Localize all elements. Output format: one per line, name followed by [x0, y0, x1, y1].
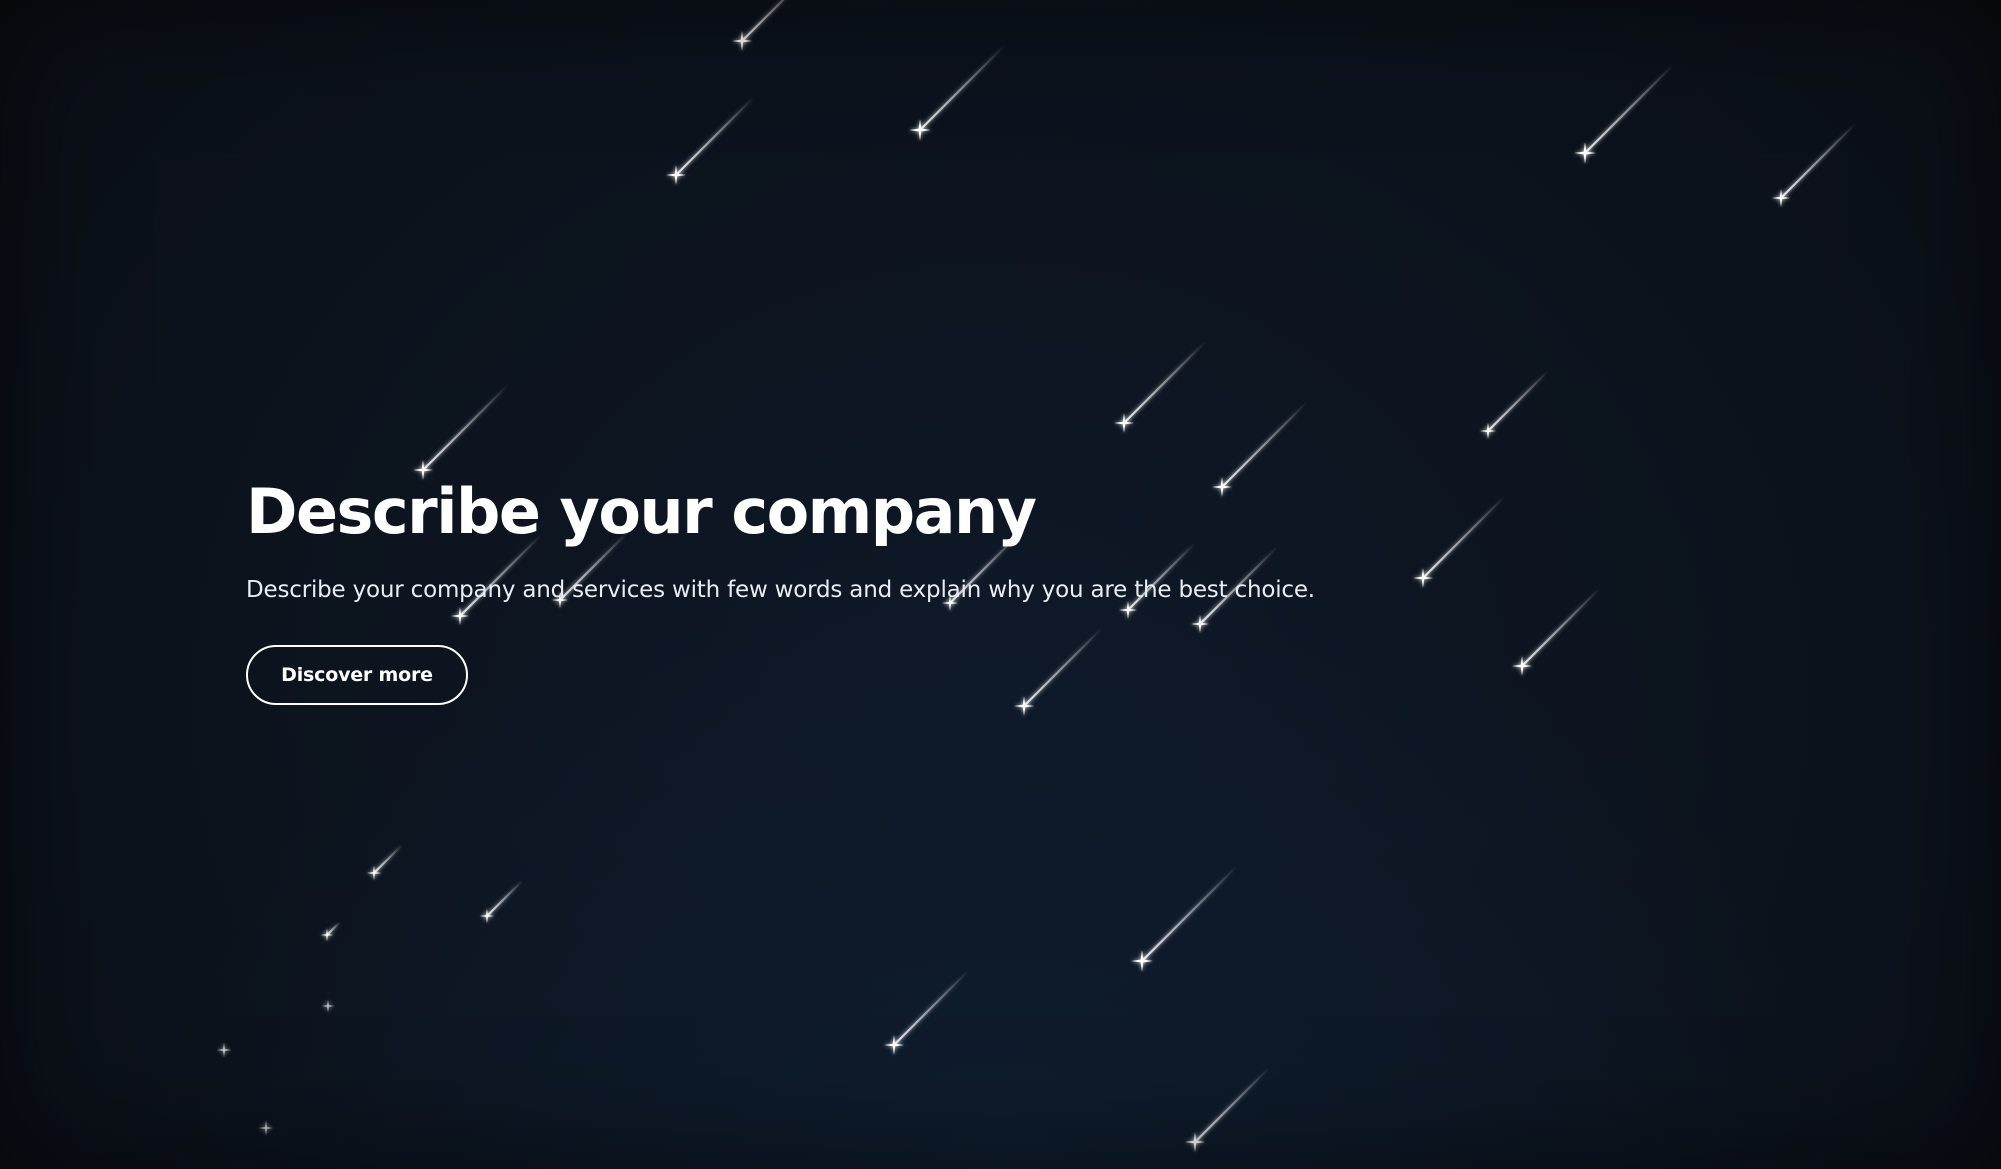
shooting-star-icon [884, 969, 970, 1055]
hero-content: Describe your company Describe your comp… [246, 470, 1746, 705]
shooting-star-icon [258, 1120, 274, 1136]
shooting-star-icon [1131, 864, 1239, 972]
shooting-star-icon [1772, 122, 1857, 207]
shooting-star-icon [1574, 63, 1675, 164]
shooting-star-icon [732, 0, 785, 51]
hero-headline: Describe your company [246, 475, 1037, 548]
shooting-star-icon [909, 44, 1006, 141]
shooting-star-icon [1479, 369, 1550, 440]
shooting-star-icon [1185, 1066, 1271, 1152]
shooting-star-icon [479, 879, 524, 924]
shooting-star-icon [366, 843, 404, 881]
hero-section: Describe your company Describe your comp… [0, 0, 2001, 1169]
shooting-star-icon [320, 921, 341, 942]
shooting-star-icon [413, 384, 509, 480]
shooting-star-icon [1114, 340, 1207, 433]
hero-subtext: Describe your company and services with … [246, 577, 1315, 603]
shooting-star-icon [321, 999, 335, 1013]
shooting-star-icon [666, 96, 755, 185]
shooting-star-icon [216, 1042, 232, 1058]
discover-more-button[interactable]: Discover more [246, 645, 468, 705]
